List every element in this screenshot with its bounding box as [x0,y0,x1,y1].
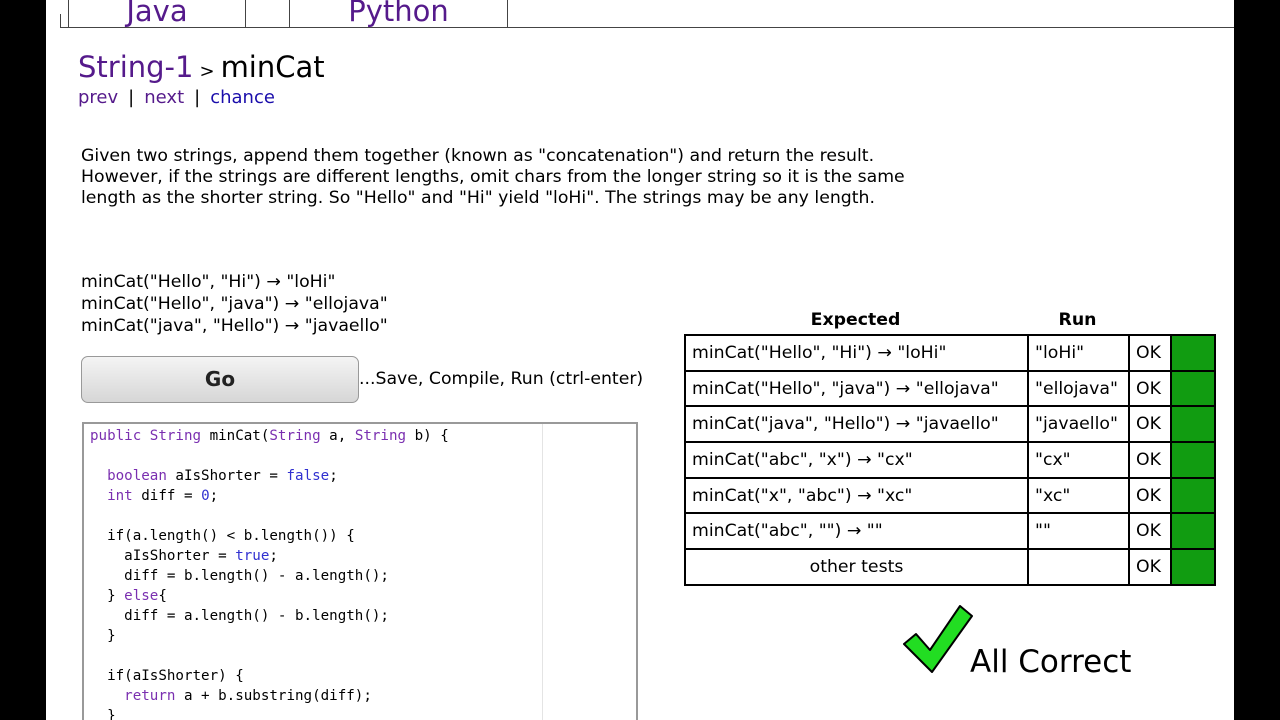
expected-header: Expected [810,310,901,330]
result-run: "" [1027,512,1130,551]
all-correct-text: All Correct [970,644,1132,680]
result-expected: other tests [684,548,1029,586]
tab-spacer [246,0,290,28]
result-expected: minCat("x", "abc") → "xc" [684,476,1029,515]
result-pass-bar [1170,369,1216,408]
result-run: "loHi" [1027,334,1130,372]
result-row: minCat("java", "Hello") → "javaello" "jav… [684,405,1216,444]
result-pass-bar [1170,512,1216,551]
result-pass-bar [1170,334,1216,372]
problem-nav: prev | next | chance [78,87,275,108]
chance-link[interactable]: chance [210,87,275,108]
examples: minCat("Hello", "Hi") → "loHi" minCat("H… [81,271,388,337]
code-line[interactable]: if(aIsShorter) { [90,666,449,686]
breadcrumb-parent-link[interactable]: String-1 [78,50,193,84]
result-expected: minCat("java", "Hello") → "javaello" [684,405,1029,444]
result-run: "ellojava" [1027,369,1130,408]
editor-margin-line [542,424,543,720]
next-link[interactable]: next [144,87,184,108]
code-line[interactable]: diff = b.length() - a.length(); [90,566,449,586]
result-run: "javaello" [1027,405,1130,444]
code-line[interactable]: ​ [90,506,449,526]
go-button[interactable]: Go [81,356,359,403]
result-row: minCat("Hello", "Hi") → "loHi" "loHi" OK [684,334,1216,372]
code-line[interactable]: int diff = 0; [90,486,449,506]
result-pass-bar [1170,548,1216,586]
result-row: minCat("x", "abc") → "xc" "xc" OK [684,476,1216,515]
result-pass-bar [1170,441,1216,479]
results-panel: Expected Run minCat("Hello", "Hi") → "lo… [684,310,1216,586]
page: Java Python String-1 > minCat prev | next | ch… [46,0,1234,720]
code-line[interactable]: return a + b.substring(diff); [90,686,449,706]
result-row: minCat("Hello", "java") → "ellojava" "ell… [684,369,1216,408]
result-expected: minCat("abc", "") → "" [684,512,1029,551]
code-line[interactable]: ​ [90,446,449,466]
result-row: minCat("abc", "") → "" "" OK [684,512,1216,551]
result-expected: minCat("Hello", "Hi") → "loHi" [684,334,1029,372]
results-header: Expected Run [684,310,1216,334]
page-title: minCat [220,50,325,84]
checkmark-icon [903,605,973,673]
tab-java[interactable]: Java [68,0,246,28]
nav-separator: | [194,87,201,108]
tab-underline [60,27,1234,28]
tab-python[interactable]: Python [290,0,508,28]
result-row: minCat("abc", "x") → "cx" "cx" OK [684,441,1216,479]
code-line[interactable]: aIsShorter = true; [90,546,449,566]
example-line: minCat("Hello", "Hi") → "loHi" [81,272,336,292]
result-run: "cx" [1027,441,1130,479]
code-line[interactable]: public String minCat(String a, String b)… [90,426,449,446]
result-status: OK [1128,369,1172,408]
tab-divider [60,14,61,28]
code-line[interactable]: } [90,626,449,646]
results-table: minCat("Hello", "Hi") → "loHi" "loHi" OK mi… [684,334,1216,586]
example-line: minCat("Hello", "java") → "ellojava" [81,294,388,314]
breadcrumb: String-1 > minCat [78,50,325,84]
result-pass-bar [1170,405,1216,444]
result-expected: minCat("Hello", "java") → "ellojava" [684,369,1029,408]
result-pass-bar [1170,476,1216,515]
code-editor[interactable]: public String minCat(String a, String b)… [82,422,638,720]
code-line[interactable]: ​ [90,646,449,666]
language-tabs: Java Python [46,0,1234,28]
code-line[interactable]: if(a.length() < b.length()) { [90,526,449,546]
result-row: other tests OK [684,548,1216,586]
result-status: OK [1128,441,1172,479]
code-text[interactable]: public String minCat(String a, String b)… [90,426,449,720]
go-hint: ...Save, Compile, Run (ctrl-enter) [359,369,644,389]
result-status: OK [1128,512,1172,551]
result-run [1027,548,1130,586]
result-run: "xc" [1027,476,1130,515]
problem-description: Given two strings, append them together … [81,146,905,208]
nav-separator: | [128,87,135,108]
run-header: Run [1058,310,1097,330]
result-status: OK [1128,334,1172,372]
code-line[interactable]: } else{ [90,586,449,606]
prev-link[interactable]: prev [78,87,118,108]
result-expected: minCat("abc", "x") → "cx" [684,441,1029,479]
code-line[interactable]: diff = a.length() - b.length(); [90,606,449,626]
result-status: OK [1128,405,1172,444]
code-line[interactable]: } [90,706,449,720]
example-line: minCat("java", "Hello") → "javaello" [81,316,388,336]
result-status: OK [1128,476,1172,515]
result-status: OK [1128,548,1172,586]
breadcrumb-separator: > [199,61,215,82]
code-line[interactable]: boolean aIsShorter = false; [90,466,449,486]
